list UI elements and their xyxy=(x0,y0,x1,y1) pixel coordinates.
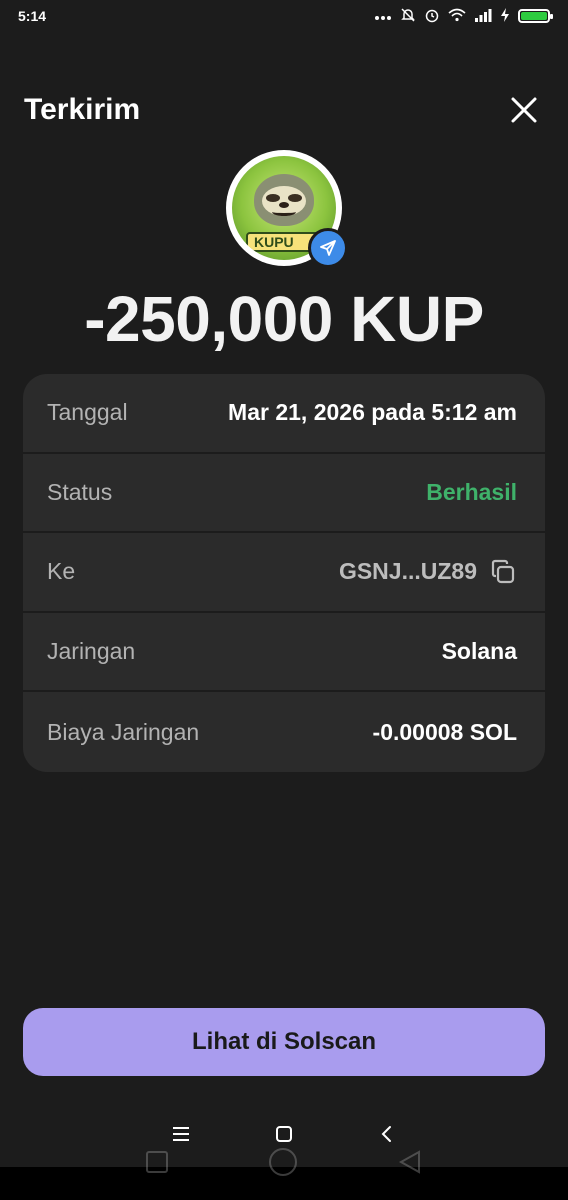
page-title: Terkirim xyxy=(24,93,141,126)
copy-address-button[interactable] xyxy=(489,558,517,586)
detail-value: Mar 21, 2026 pada 5:12 am xyxy=(228,399,517,426)
detail-label: Jaringan xyxy=(47,638,136,665)
view-on-solscan-button[interactable]: Lihat di Solscan xyxy=(23,1008,545,1076)
recipient-address-group: GSNJ...UZ89 xyxy=(339,558,517,586)
circle-nav-icon xyxy=(268,1148,297,1176)
detail-row-network: Jaringan Solana xyxy=(23,613,545,693)
details-card: Tanggal Mar 21, 2026 pada 5:12 am Status… xyxy=(23,374,545,772)
detail-row-date: Tanggal Mar 21, 2026 pada 5:12 am xyxy=(23,374,545,454)
send-badge xyxy=(308,228,348,268)
status-badge: Berhasil xyxy=(426,478,517,505)
triangle-nav-icon xyxy=(398,1150,420,1174)
recipient-address: GSNJ...UZ89 xyxy=(338,558,477,585)
copy-icon xyxy=(491,559,515,584)
wifi-icon xyxy=(448,8,466,25)
detail-label: Status xyxy=(47,478,113,505)
detail-row-network-fee: Biaya Jaringan -0.00008 SOL xyxy=(23,692,545,772)
detail-row-status: Status Berhasil xyxy=(23,454,545,534)
close-icon xyxy=(511,97,537,123)
send-icon xyxy=(320,240,336,256)
alarm-icon xyxy=(424,7,440,26)
detail-value: Solana xyxy=(441,638,517,665)
status-bar: 5:14 xyxy=(0,0,568,32)
close-button[interactable] xyxy=(504,90,544,130)
detail-label: Ke xyxy=(47,558,76,585)
status-time: 5:14 xyxy=(18,8,47,24)
detail-value: -0.00008 SOL xyxy=(372,718,517,745)
header: Terkirim xyxy=(24,88,544,132)
bell-off-icon xyxy=(400,7,416,26)
detail-row-recipient: Ke GSNJ...UZ89 xyxy=(23,533,545,613)
signal-icon xyxy=(474,8,492,25)
square-nav-icon xyxy=(146,1151,169,1173)
system-nav-ghost xyxy=(0,1140,568,1184)
detail-label: Biaya Jaringan xyxy=(47,718,200,745)
token-logo-wrap: KUPU xyxy=(226,150,348,268)
battery-icon xyxy=(518,9,553,23)
detail-label: Tanggal xyxy=(47,399,128,426)
transaction-amount: -250,000 KUP xyxy=(84,283,484,355)
charging-icon xyxy=(500,7,510,25)
status-icons xyxy=(374,7,553,26)
more-dots-icon xyxy=(374,9,392,24)
